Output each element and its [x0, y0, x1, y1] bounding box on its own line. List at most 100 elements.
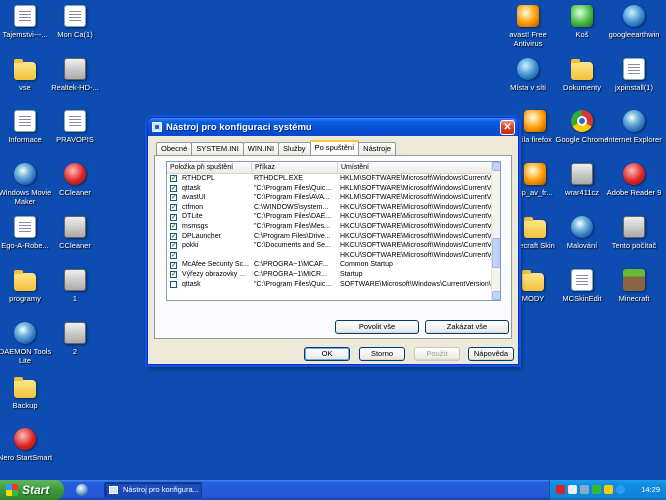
folder-icon: [571, 59, 593, 80]
dialog-titlebar[interactable]: Nástroj pro konfiguraci systému ✕: [148, 118, 518, 136]
table-row[interactable]: msmsgs "C:\Program Files\Mes... HKCU\SOFTW…: [167, 222, 500, 232]
cell-command: "C:\Program Files\DAE...: [254, 213, 332, 221]
startup-checkbox[interactable]: [170, 252, 177, 260]
desktop-icon-pravopis[interactable]: PRAVOPIS: [42, 110, 108, 144]
desktop-icon-nero[interactable]: Nero StartSmart: [0, 428, 58, 462]
enable-all-button[interactable]: Povolit vše: [335, 320, 419, 334]
table-row[interactable]: Výřezy obrazovky ... C:\PROGRA~1\MICR... S…: [167, 270, 500, 280]
msconfig-icon: [109, 486, 118, 494]
desktop-icon-backup[interactable]: Backup: [0, 376, 58, 410]
desktop-icon-ie[interactable]: Internet Explorer: [601, 110, 666, 144]
installer-icon: [64, 216, 86, 238]
startup-checkbox[interactable]: [170, 261, 177, 269]
desktop-icon-minecraft[interactable]: Minecraft: [601, 269, 666, 303]
cell-command: C:\Program Files\Drive...: [254, 232, 331, 240]
network-icon[interactable]: [580, 485, 589, 494]
update-icon[interactable]: [604, 485, 613, 494]
tab-startup[interactable]: Po spuštění: [309, 140, 360, 155]
startup-checkbox[interactable]: [170, 184, 177, 192]
disable-all-button[interactable]: Zakázat vše: [425, 320, 509, 334]
desktop-icon-jxpinstall[interactable]: jxpinstall(1): [601, 58, 666, 92]
table-row[interactable]: pokki "C:\Documents and Se... HKCU\SOFTWAR…: [167, 241, 500, 251]
table-row[interactable]: McAfee Security Sc... C:\PROGRA~1\MCAF...…: [167, 260, 500, 270]
cell-item: avastUI: [167, 193, 252, 203]
startup-checkbox[interactable]: [170, 232, 177, 240]
adobe-reader-icon: [623, 163, 645, 185]
my-computer-icon: [623, 216, 645, 238]
cell-command: C:\PROGRA~1\MICR...: [254, 270, 327, 278]
column-header-location[interactable]: Umístění: [338, 162, 494, 173]
column-header-command[interactable]: Příkaz: [252, 162, 338, 173]
tab-win-ini[interactable]: WIN.INI: [242, 142, 280, 155]
driver-icon[interactable]: [616, 485, 625, 494]
apply-button: Použít: [414, 347, 460, 361]
nero-icon: [14, 428, 36, 450]
cancel-button[interactable]: Storno: [359, 347, 405, 361]
table-row[interactable]: qttask "C:\Program Files\Quic... SOFTWARE\…: [167, 280, 500, 290]
scroll-down-arrow[interactable]: [492, 291, 500, 300]
desktop-icon-ccleaner-setup[interactable]: CCleaner: [42, 216, 108, 250]
cell-command: C:\PROGRA~1\MCAF...: [254, 261, 329, 269]
desktop-icon-my-computer[interactable]: Tento počítač: [601, 216, 666, 250]
document-icon: [571, 269, 593, 291]
google-earth-icon: [623, 5, 645, 27]
column-header-item[interactable]: Položka při spuštění: [167, 162, 252, 173]
desktop-icon-realtek[interactable]: Realtek-HD-...: [42, 58, 108, 92]
table-row[interactable]: RTHDCPL RTHDCPL.EXE HKLM\SOFTWARE\Microsof…: [167, 174, 500, 184]
desktop-icon-ccleaner[interactable]: CCleaner: [42, 163, 108, 197]
desktop-icon-adobe-reader[interactable]: Adobe Reader 9: [601, 163, 666, 197]
startup-checkbox[interactable]: [170, 175, 177, 183]
table-row[interactable]: HKCU\SOFTWARE\Microsoft\Windows\CurrentV…: [167, 251, 500, 261]
startup-checkbox[interactable]: [170, 271, 177, 279]
startup-checkbox[interactable]: [170, 213, 177, 221]
table-row[interactable]: qttask "C:\Program Files\Quic... HKLM\SOFT…: [167, 184, 500, 194]
desktop-icon-2[interactable]: 2: [42, 322, 108, 356]
startup-checkbox[interactable]: [170, 242, 177, 250]
startup-checkbox[interactable]: [170, 194, 177, 202]
avast-tray-icon[interactable]: [556, 485, 565, 494]
cell-location: HKCU\SOFTWARE\Microsoft\Windows\CurrentV…: [340, 251, 494, 259]
startup-checkbox[interactable]: [170, 223, 177, 231]
close-button[interactable]: ✕: [500, 120, 515, 135]
document-icon: [14, 216, 36, 238]
document-icon: [14, 110, 36, 132]
startup-checkbox[interactable]: [170, 204, 177, 212]
cell-location: HKCU\SOFTWARE\Microsoft\Windows\CurrentV…: [340, 232, 494, 240]
list-scrollbar[interactable]: [491, 162, 500, 300]
startup-list[interactable]: Položka při spuštění Příkaz Umístění RTH…: [166, 161, 501, 301]
tab-general[interactable]: Obecné: [156, 142, 193, 155]
desktop-icon-mon-ca[interactable]: Mon Ca(1): [42, 5, 108, 39]
cell-item: qttask: [167, 280, 252, 290]
desktop-icon-google-earth[interactable]: googleearthwin: [601, 5, 666, 39]
table-row[interactable]: ctfmon C:\WINDOWS\system... HKCU\SOFTWARE\…: [167, 203, 500, 213]
desktop-icon-1[interactable]: 1: [42, 269, 108, 303]
table-row[interactable]: DPLauncher C:\Program Files\Drive... HKCU\…: [167, 232, 500, 242]
quick-launch-icon[interactable]: [76, 484, 88, 496]
cell-location: HKCU\SOFTWARE\Microsoft\Windows\CurrentV…: [340, 222, 494, 230]
ok-button[interactable]: OK: [304, 347, 350, 361]
clock[interactable]: 14:29: [641, 480, 660, 500]
table-row[interactable]: avastUI "C:\Program Files\AVA... HKLM\SOFT…: [167, 193, 500, 203]
help-button[interactable]: Nápověda: [468, 347, 514, 361]
startup-checkbox[interactable]: [170, 280, 177, 288]
cell-command: "C:\Documents and Se...: [254, 242, 331, 250]
volume-icon[interactable]: [568, 485, 577, 494]
tab-services[interactable]: Služby: [278, 142, 311, 155]
scroll-thumb[interactable]: [492, 238, 500, 268]
taskbar-item-msconfig[interactable]: Nástroj pro konfigura...: [104, 482, 202, 498]
cell-command: "C:\Program Files\AVA...: [254, 194, 330, 202]
messenger-icon[interactable]: [592, 485, 601, 494]
cell-location: Common Startup: [340, 261, 393, 269]
table-row[interactable]: DTLite "C:\Program Files\DAE... HKCU\SOFTW…: [167, 212, 500, 222]
scroll-up-arrow[interactable]: [492, 162, 500, 171]
tab-system-ini[interactable]: SYSTEM.INI: [191, 142, 244, 155]
tab-tools[interactable]: Nástroje: [358, 142, 397, 155]
msconfig-dialog: Nástroj pro konfiguraci systému ✕ Obecné…: [147, 117, 519, 365]
minecraft-icon: [623, 269, 645, 291]
cell-item-text: qttask: [182, 280, 201, 288]
cell-item: ctfmon: [167, 203, 252, 213]
cell-item: pokki: [167, 241, 252, 251]
cell-location: HKCU\SOFTWARE\Microsoft\Windows\CurrentV…: [340, 213, 494, 221]
ie-icon: [623, 110, 645, 132]
start-button[interactable]: Start: [0, 480, 64, 500]
